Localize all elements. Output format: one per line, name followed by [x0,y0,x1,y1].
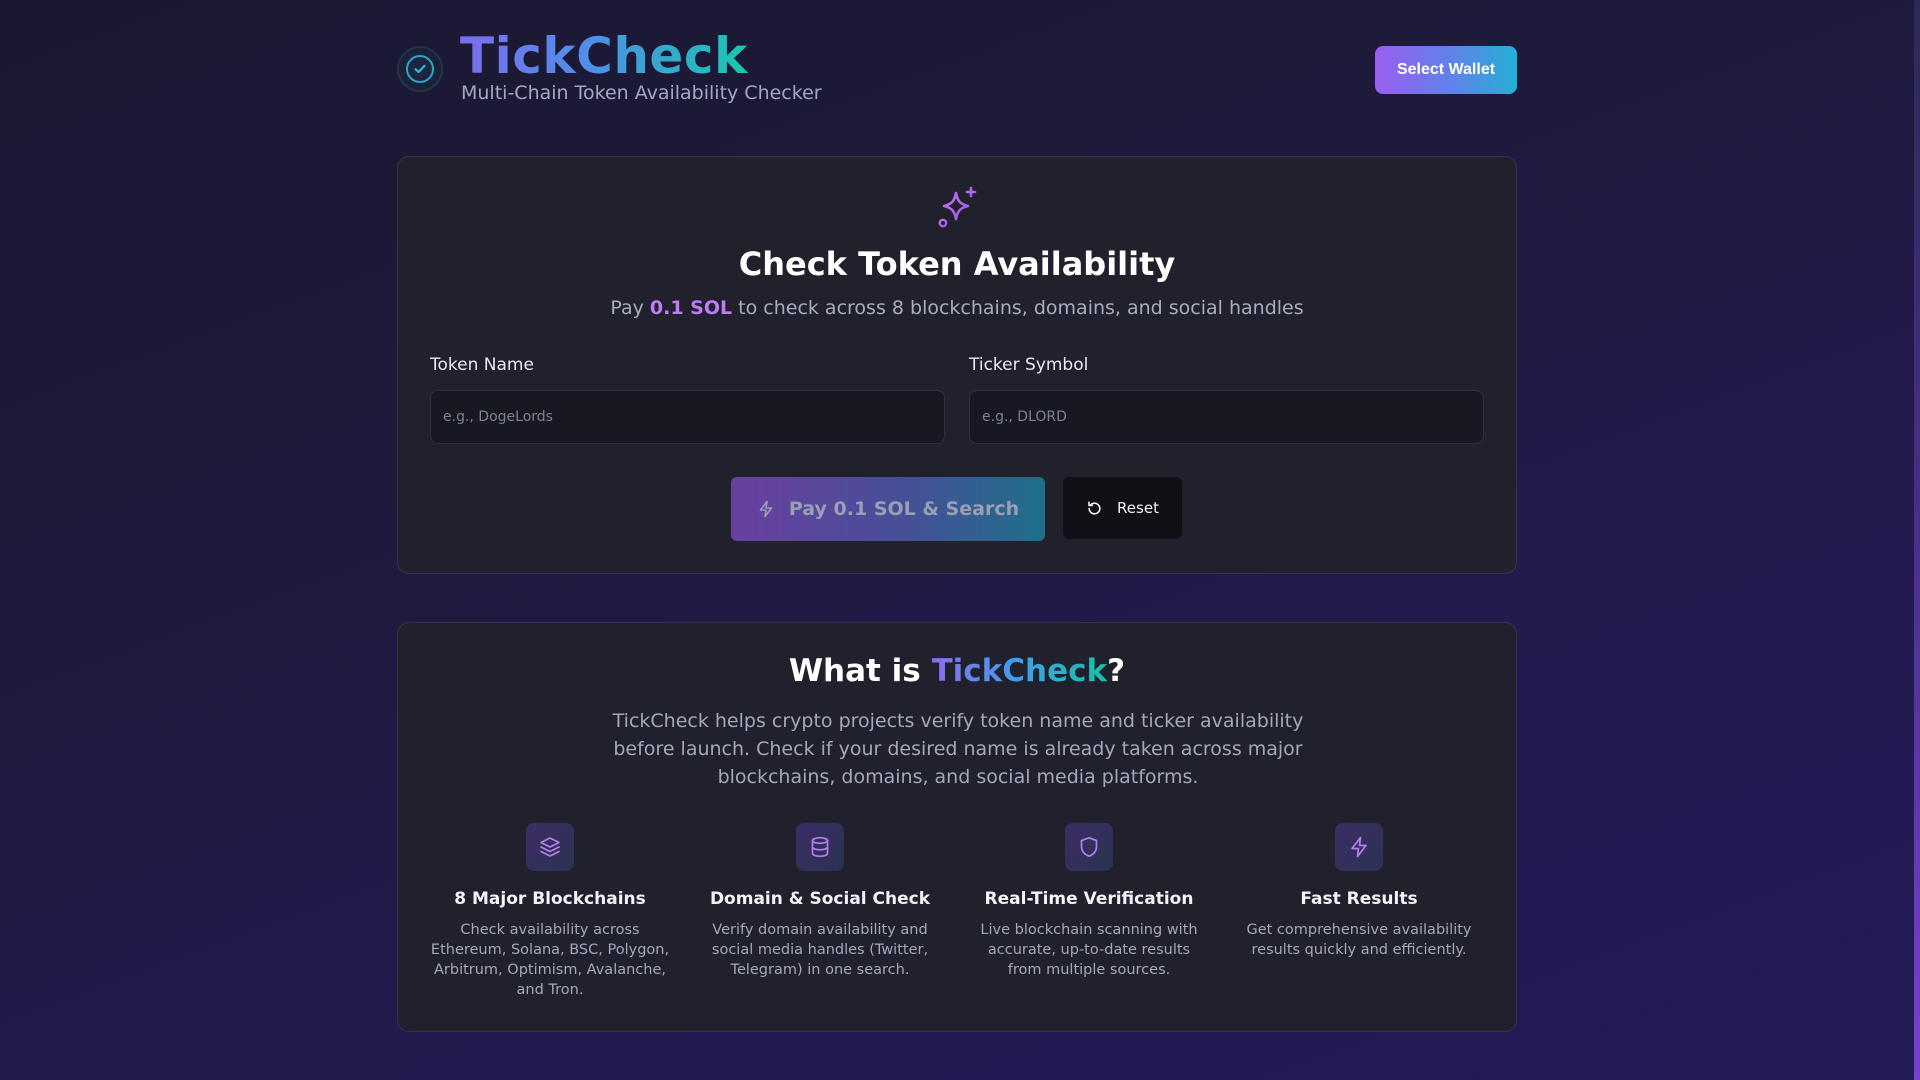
pay-button-label: Pay 0.1 SOL & Search [788,498,1020,520]
main-container: TickCheck Multi-Chain Token Availability… [397,0,1517,1032]
check-title: Check Token Availability [738,245,1176,283]
brand-title: TickCheck [460,24,748,88]
lightning-icon [1335,823,1383,871]
brand-subtitle: Multi-Chain Token Availability Checker [461,82,822,104]
feature-blockchains: 8 Major Blockchains Check availability a… [430,823,670,1000]
logo-badge [397,46,443,92]
feature-title: Real-Time Verification [984,889,1194,909]
feature-fast-results: Fast Results Get comprehensive availabil… [1239,823,1479,960]
database-icon [796,823,844,871]
about-title: What is TickCheck? [398,653,1516,689]
ticker-symbol-input[interactable] [969,390,1484,444]
feature-description: Check availability across Ethereum, Sola… [430,922,670,998]
pay-and-search-button[interactable]: Pay 0.1 SOL & Search [731,477,1045,541]
rotate-ccw-icon [1088,500,1101,515]
ticker-symbol-label: Ticker Symbol [969,355,1089,375]
feature-title: 8 Major Blockchains [454,889,646,909]
check-availability-card: Check Token Availability Pay 0.1 SOL to … [397,156,1517,574]
shield-icon [1065,823,1113,871]
select-wallet-button[interactable]: Select Wallet [1375,46,1517,94]
about-title-prefix: What is [788,653,921,689]
subtitle-suffix: to check across 8 blockchains, domains, … [738,297,1304,319]
reset-button[interactable]: Reset [1063,477,1182,539]
about-card: What is TickCheck? TickCheck helps crypt… [397,622,1517,1032]
sparkles-icon [938,186,977,228]
about-title-brand: TickCheck [931,653,1108,689]
token-name-input[interactable] [430,390,945,444]
feature-title: Fast Results [1300,889,1418,909]
token-name-label: Token Name [430,355,534,375]
feature-description: Get comprehensive availability results q… [1246,922,1472,958]
page-scrollbar[interactable] [1914,0,1920,1080]
about-description: TickCheck helps crypto projects verify t… [612,710,1304,788]
feature-domain-social: Domain & Social Check Verify domain avai… [700,823,940,980]
layers-icon [526,823,574,871]
price-highlight: 0.1 SOL [649,297,733,319]
feature-description: Verify domain availability and social me… [711,922,929,978]
check-circle-icon [406,55,434,83]
about-title-suffix: ? [1107,653,1126,689]
feature-realtime: Real-Time Verification Live blockchain s… [969,823,1209,980]
page-header: TickCheck Multi-Chain Token Availability… [397,0,1517,150]
reset-button-label: Reset [1117,499,1159,517]
check-subtitle: Pay 0.1 SOL to check across 8 blockchain… [398,297,1516,319]
feature-title: Domain & Social Check [709,889,931,909]
feature-description: Live blockchain scanning with accurate, … [980,922,1198,978]
lightning-icon [759,500,773,518]
subtitle-prefix: Pay [610,297,644,319]
